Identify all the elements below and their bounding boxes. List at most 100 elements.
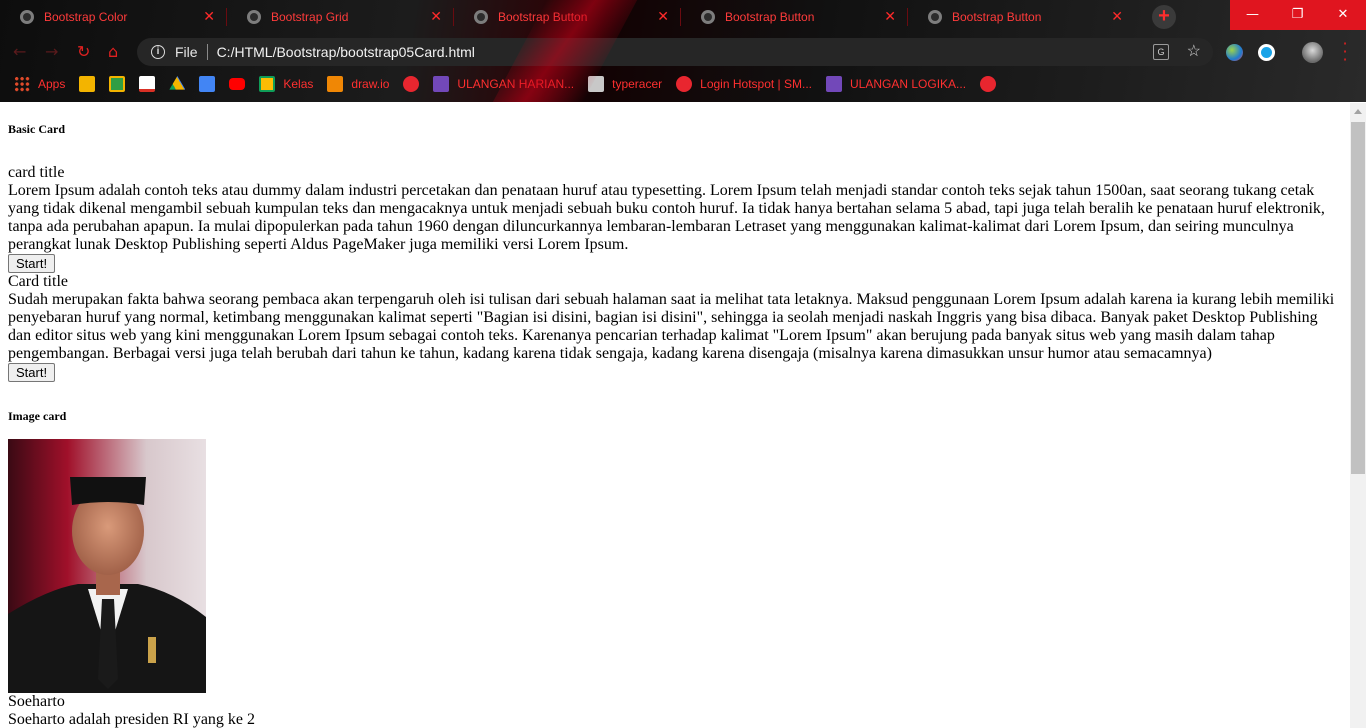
tab-bootstrap-button-3[interactable]: Bootstrap Button ✕ [908, 0, 1135, 34]
tab-title: Bootstrap Color [44, 10, 128, 24]
globe-red-icon [403, 76, 420, 92]
globe-icon [701, 10, 715, 24]
globe-icon [247, 10, 261, 24]
globe-red-icon [980, 76, 997, 92]
tab-title: Bootstrap Button [498, 10, 588, 24]
close-icon[interactable]: ✕ [203, 9, 215, 23]
close-icon[interactable]: ✕ [430, 9, 442, 23]
tab-title: Bootstrap Button [952, 10, 1042, 24]
new-tab-button[interactable]: + [1152, 5, 1176, 29]
gmail-icon [139, 76, 156, 92]
bookmark-label: Kelas [283, 77, 314, 91]
bookmark-globe[interactable] [403, 76, 420, 92]
bookmark-apps[interactable]: Apps [14, 76, 65, 92]
tab-strip: Bootstrap Color ✕ Bootstrap Grid ✕ Boots… [0, 0, 1230, 34]
bookmark-typeracer[interactable]: typeracer [588, 76, 662, 92]
window-controls: — ❐ ✕ [1230, 0, 1366, 30]
bookmark-drawio[interactable]: draw.io [327, 76, 389, 92]
globe-icon [928, 10, 942, 24]
navigation-toolbar: ← → ↻ ⌂ i File C:/HTML/Bootstrap/bootstr… [0, 36, 1366, 68]
restore-button[interactable]: ❐ [1275, 0, 1320, 30]
minimize-button[interactable]: — [1230, 0, 1275, 30]
close-icon[interactable]: ✕ [884, 9, 896, 23]
card: card title Lorem Ipsum adalah contoh tek… [8, 164, 1342, 273]
bookmark-label: draw.io [351, 77, 390, 91]
typeracer-icon [588, 76, 605, 92]
start-button[interactable]: Start! [8, 254, 56, 273]
bookmark-star-icon[interactable]: ☆ [1187, 41, 1201, 61]
bookmarks-bar: Apps Kelas draw.io ULANGAN HARIAN... typ… [0, 70, 1366, 98]
card: Card title Sudah merupakan fakta bahwa s… [8, 273, 1342, 382]
card-title: Card title [8, 273, 68, 290]
card-title: card title [8, 164, 65, 181]
bookmark-label: ULANGAN LOGIKA... [850, 77, 967, 91]
extension-icon[interactable] [1258, 44, 1275, 61]
card-text: Sudah merupakan fakta bahwa seorang pemb… [8, 291, 1335, 362]
bookmark-label: Login Hotspot | SM... [700, 77, 812, 91]
forms-icon [433, 76, 450, 92]
address-url[interactable]: C:/HTML/Bootstrap/bootstrap05Card.html [217, 44, 475, 60]
tab-title: Bootstrap Grid [271, 10, 349, 24]
tab-bootstrap-button-2[interactable]: Bootstrap Button ✕ [681, 0, 908, 34]
bookmark-ulangan-harian[interactable]: ULANGAN HARIAN... [433, 76, 574, 92]
apps-grid-icon [14, 76, 30, 92]
browser-chrome: Bootstrap Color ✕ Bootstrap Grid ✕ Boots… [0, 0, 1366, 102]
bookmark-label: Apps [38, 77, 66, 91]
address-divider [206, 44, 208, 60]
tab-bootstrap-button-1[interactable]: Bootstrap Button ✕ [454, 0, 681, 34]
drawio-icon [327, 76, 344, 92]
youtube-icon [229, 78, 246, 90]
close-icon[interactable]: ✕ [657, 9, 669, 23]
image-card-heading: Image card [8, 409, 67, 423]
address-scheme: File [175, 44, 198, 60]
tab-title: Bootstrap Button [725, 10, 815, 24]
info-icon[interactable]: i [151, 45, 165, 59]
classroom-icon [109, 76, 126, 92]
page-viewport: Basic Card card title Lorem Ipsum adalah… [0, 103, 1350, 728]
address-bar[interactable]: i File C:/HTML/Bootstrap/bootstrap05Card… [137, 38, 1213, 66]
globe-icon [474, 10, 488, 24]
home-icon[interactable]: ⌂ [108, 42, 118, 62]
vertical-scrollbar[interactable] [1350, 103, 1366, 728]
card-title: Soeharto [8, 693, 65, 710]
tab-bootstrap-grid[interactable]: Bootstrap Grid ✕ [227, 0, 454, 34]
close-icon[interactable]: ✕ [1111, 9, 1123, 23]
scroll-up-arrow-icon[interactable] [1354, 109, 1362, 114]
reload-icon[interactable]: ↻ [77, 42, 90, 62]
bookmark-docs[interactable] [199, 76, 216, 92]
start-button[interactable]: Start! [8, 363, 56, 382]
drive-icon [169, 76, 186, 90]
bookmark-globe[interactable] [980, 76, 997, 92]
card-text: Lorem Ipsum adalah contoh teks atau dumm… [8, 182, 1325, 253]
bookmark-slides[interactable] [79, 76, 96, 92]
tab-bootstrap-color[interactable]: Bootstrap Color ✕ [0, 0, 227, 34]
card-text: Soeharto adalah presiden RI yang ke 2 [8, 711, 256, 728]
menu-icon[interactable]: · · · [1340, 36, 1350, 68]
bookmark-classroom[interactable] [109, 76, 126, 92]
bookmark-label: typeracer [612, 77, 663, 91]
bookmark-ulangan-logika[interactable]: ULANGAN LOGIKA... [826, 76, 966, 92]
soeharto-portrait [8, 439, 206, 693]
basic-card-heading: Basic Card [8, 122, 65, 136]
docs-icon [199, 76, 216, 92]
bookmark-kelas[interactable]: Kelas [259, 76, 313, 92]
forms-icon [826, 76, 842, 92]
bookmark-gmail[interactable] [139, 76, 156, 92]
bookmark-label: ULANGAN HARIAN... [457, 77, 575, 91]
globe-red-icon [676, 76, 693, 92]
classroom-icon [259, 76, 276, 92]
profile-avatar[interactable] [1302, 42, 1323, 63]
scrollbar-thumb[interactable] [1351, 122, 1365, 474]
translate-icon[interactable]: G [1153, 44, 1169, 60]
close-window-button[interactable]: ✕ [1320, 0, 1366, 30]
extension-icon[interactable] [1226, 44, 1243, 61]
bookmark-drive[interactable] [169, 76, 186, 92]
bookmark-login-hotspot[interactable]: Login Hotspot | SM... [676, 76, 812, 92]
bookmark-youtube[interactable] [229, 78, 246, 90]
globe-icon [20, 10, 34, 24]
page-content: Basic Card card title Lorem Ipsum adalah… [0, 122, 1350, 728]
back-arrow-icon[interactable]: ← [13, 42, 26, 62]
image-card: Soeharto Soeharto adalah presiden RI yan… [8, 439, 1342, 728]
forward-arrow-icon[interactable]: → [45, 42, 58, 62]
slides-icon [79, 76, 96, 92]
